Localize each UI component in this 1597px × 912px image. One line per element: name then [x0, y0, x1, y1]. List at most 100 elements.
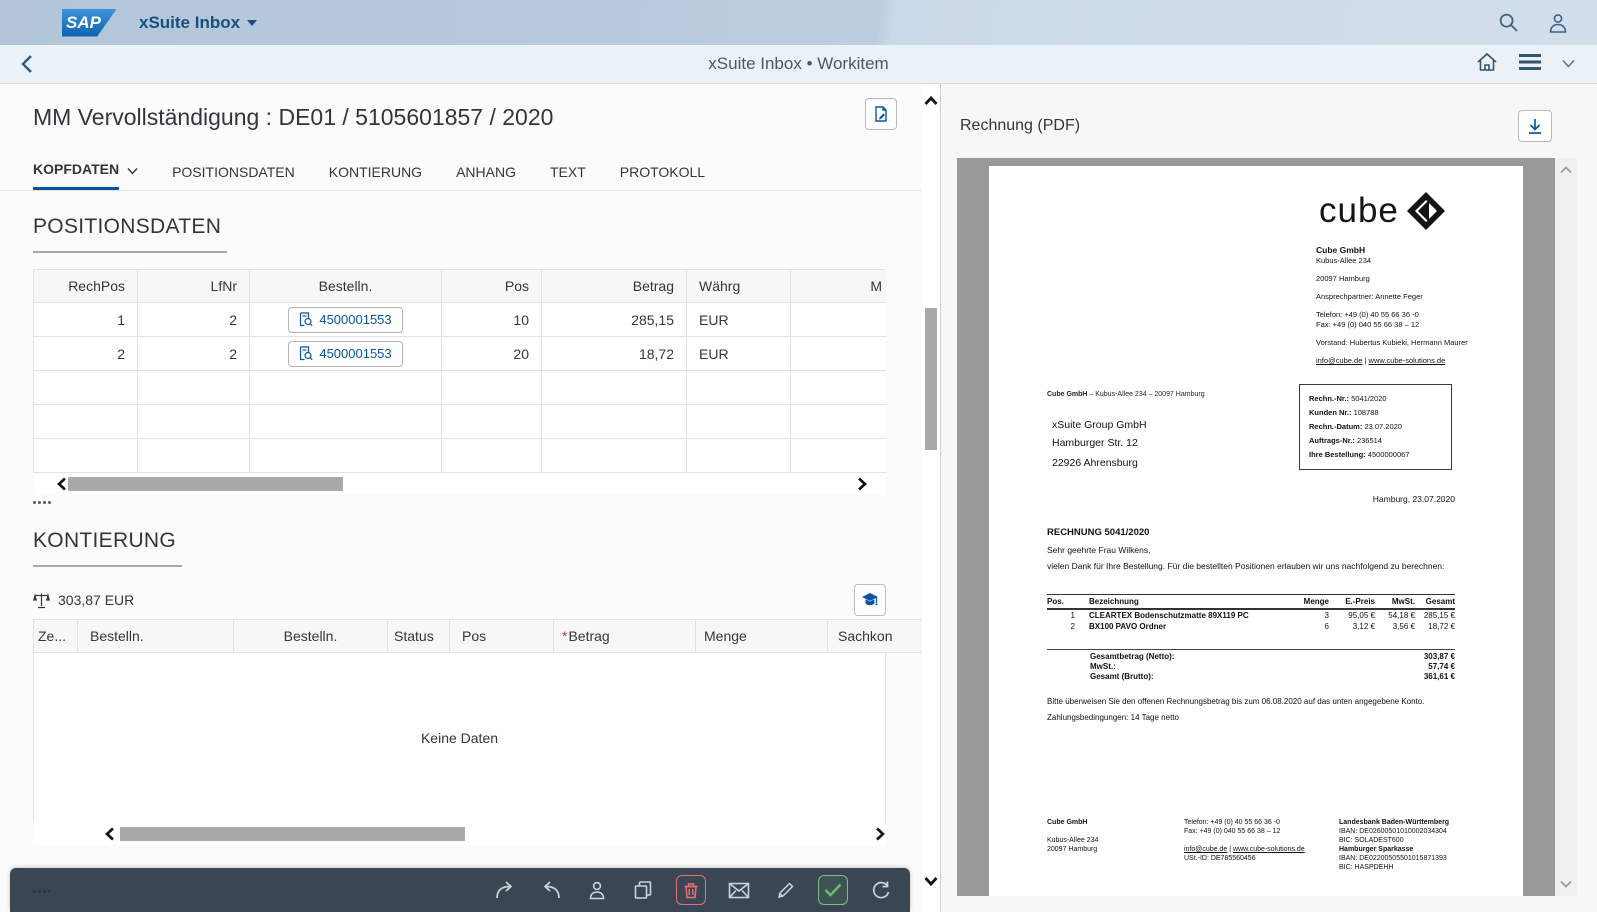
purchase-order-number: 4500001553 — [319, 312, 392, 327]
meta-value: 108788 — [1353, 408, 1379, 417]
inv-col-mwst: MwSt. — [1375, 594, 1415, 610]
sap-logo-text: SAP — [66, 12, 101, 32]
table-row[interactable]: 2 2 4500001553 20 18,72 EUR — [33, 336, 886, 371]
positionsdaten-table: RechPos LfNr Bestelln. Pos Betrag Währg … — [33, 269, 886, 473]
col-bestelln-2[interactable]: Bestelln. — [233, 619, 388, 653]
delete-button[interactable] — [676, 875, 706, 905]
purchase-order-link[interactable]: 4500001553 — [288, 340, 403, 367]
tab-text[interactable]: TEXT — [550, 164, 586, 190]
scroll-up-icon[interactable] — [1555, 160, 1577, 180]
purchase-order-link[interactable]: 4500001553 — [288, 306, 403, 333]
footer-bank-name: Hamburger Sparkasse — [1339, 846, 1414, 853]
col-pos[interactable]: Pos — [449, 619, 554, 653]
email-icon[interactable] — [726, 877, 752, 903]
user-profile-icon[interactable] — [1547, 12, 1569, 34]
supplier-contact: Ansprechpartner: Annette Feger — [1316, 292, 1423, 301]
copy-icon[interactable] — [630, 877, 656, 903]
pdf-panel: Rechnung (PDF) cube Cube GmbH Kubus-Alle… — [941, 84, 1597, 912]
invoice-meta-box: Rechn.-Nr.: 5041/2020 Kunden Nr.: 108788… — [1299, 384, 1452, 470]
footer-city: 20097 Hamburg — [1047, 846, 1098, 853]
total-label: MwSt.: — [1090, 662, 1116, 671]
scroll-right-icon[interactable] — [871, 825, 889, 843]
tab-kopfdaten[interactable]: KOPFDATEN — [33, 161, 138, 190]
scroll-down-icon[interactable] — [922, 872, 940, 890]
back-button[interactable] — [12, 49, 42, 79]
forward-icon[interactable] — [492, 877, 518, 903]
kontierung-table: Ze... Bestelln. Bestelln. Status Pos *Be… — [33, 619, 922, 653]
tab-dropdown-icon[interactable] — [127, 167, 138, 175]
supplier-email-link[interactable]: info@cube.de — [1316, 356, 1362, 365]
scroll-left-icon[interactable] — [101, 825, 119, 843]
app-switcher[interactable]: xSuite Inbox — [139, 12, 258, 33]
chevron-down-icon[interactable] — [1562, 55, 1575, 73]
cell-lfnr: 2 — [137, 336, 250, 371]
invoice-heading: RECHNUNG 5041/2020 — [1047, 527, 1150, 538]
col-menge[interactable]: Menge — [695, 619, 828, 653]
edit-workitem-button[interactable] — [865, 98, 897, 130]
meta-label: Ihre Bestellung: — [1309, 450, 1366, 459]
sender-line: Cube GmbH – Kubus-Allee 234 – 20097 Hamb… — [1047, 391, 1205, 398]
col-rechpos[interactable]: RechPos — [33, 269, 138, 303]
hscroll-thumb[interactable] — [120, 827, 465, 841]
refresh-icon[interactable] — [868, 877, 894, 903]
sender-name: Cube GmbH — [1047, 391, 1088, 398]
download-button[interactable] — [1518, 110, 1552, 142]
undo-icon[interactable] — [538, 877, 564, 903]
pdf-vscrollbar[interactable] — [1555, 158, 1577, 896]
pdf-page: cube Cube GmbH Kubus-Allee 234 20097 Ham… — [989, 166, 1523, 896]
footer-company: Cube GmbH — [1047, 819, 1088, 826]
supplier-name: Cube GmbH — [1316, 245, 1366, 255]
intro-text: vielen Dank für Ihre Bestellung. Für die… — [1047, 561, 1445, 571]
col-sachkonto[interactable]: Sachkon — [827, 619, 922, 653]
resize-grip[interactable] — [33, 888, 51, 894]
item-gesamt: 18,72 € — [1428, 622, 1455, 631]
hscroll-thumb[interactable] — [68, 477, 343, 491]
supplier-web-link[interactable]: www.cube-solutions.de — [1369, 356, 1446, 365]
col-ze[interactable]: Ze... — [33, 619, 78, 653]
workitem-vscrollbar[interactable] — [922, 84, 940, 912]
positionsdaten-hscrollbar[interactable] — [33, 473, 886, 495]
menu-icon[interactable] — [1518, 53, 1542, 76]
scroll-up-icon[interactable] — [922, 92, 940, 110]
positionsdaten-heading: POSITIONSDATEN — [33, 191, 228, 253]
meta-value: 5041/2020 — [1351, 394, 1387, 403]
tab-positionsdaten[interactable]: POSITIONSDATEN — [172, 164, 295, 190]
footer-web-link[interactable]: www.cube-solutions.de — [1233, 846, 1305, 853]
balance-icon — [33, 592, 50, 608]
table-row[interactable]: 1 2 4500001553 10 285,15 EUR — [33, 302, 886, 337]
payment-note: Bitte überweisen Sie den offenen Rechnun… — [1047, 697, 1425, 706]
sap-logo[interactable]: SAP — [62, 8, 117, 37]
total-value: 361,61 € — [1423, 672, 1455, 681]
tab-label: TEXT — [549, 164, 586, 180]
invoice-item-row: 2 BX100 PAVO Ordner 6 3,12 € 3,56 € 18,7… — [1047, 621, 1455, 632]
footer-email-link[interactable]: info@cube.de — [1184, 846, 1227, 853]
edit-icon[interactable] — [772, 877, 798, 903]
item-menge: 6 — [1324, 622, 1329, 631]
pdf-viewer[interactable]: cube Cube GmbH Kubus-Allee 234 20097 Ham… — [957, 158, 1577, 896]
pdf-panel-title: Rechnung (PDF) — [960, 117, 1081, 134]
tab-kontierung[interactable]: KONTIERUNG — [329, 164, 422, 190]
col-menge-clipped[interactable]: M — [790, 269, 886, 303]
vscroll-thumb[interactable] — [925, 308, 937, 450]
scroll-down-icon[interactable] — [1555, 874, 1577, 894]
col-betrag[interactable]: Betrag — [541, 269, 687, 303]
col-status[interactable]: Status — [387, 619, 450, 653]
col-pos[interactable]: Pos — [441, 269, 542, 303]
col-bestelln-1[interactable]: Bestelln. — [77, 619, 234, 653]
meta-label: Rechn.-Datum: — [1309, 422, 1363, 431]
col-lfnr[interactable]: LfNr — [137, 269, 250, 303]
search-icon[interactable] — [1498, 12, 1519, 33]
tab-protokoll[interactable]: PROTOKOLL — [620, 164, 705, 190]
app-title: xSuite Inbox — [139, 12, 241, 32]
scroll-right-icon[interactable] — [853, 475, 871, 493]
col-bestelln[interactable]: Bestelln. — [249, 269, 442, 303]
col-betrag-required[interactable]: *Betrag — [553, 619, 696, 653]
approve-button[interactable] — [818, 875, 848, 905]
col-waehrg[interactable]: Währg — [686, 269, 791, 303]
table-row-empty — [33, 438, 886, 473]
home-icon[interactable] — [1476, 52, 1498, 77]
tab-anhang[interactable]: ANHANG — [456, 164, 516, 190]
claim-user-icon[interactable] — [584, 877, 610, 903]
auto-assign-button[interactable] — [854, 584, 886, 616]
kontierung-hscrollbar[interactable] — [33, 823, 886, 845]
